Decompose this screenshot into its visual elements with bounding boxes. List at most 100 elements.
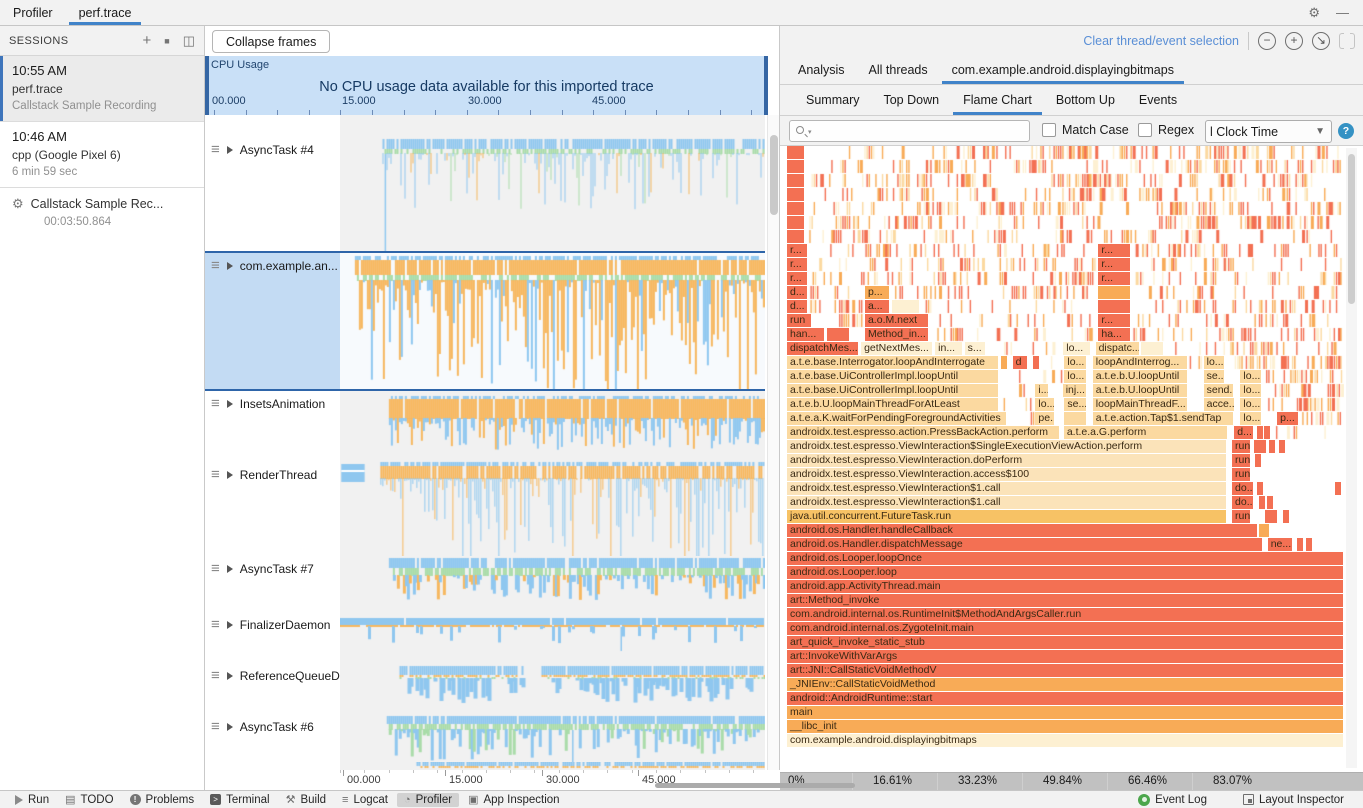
thread-label[interactable]: ≡InsetsAnimation [205, 391, 340, 460]
expand-arrow-icon[interactable] [227, 621, 233, 629]
cpu-usage-banner[interactable]: CPU Usage No CPU usage data available fo… [205, 56, 768, 115]
flame-segment[interactable] [1259, 524, 1269, 537]
minimize-icon[interactable]: — [1336, 5, 1349, 20]
thread-activity-chart[interactable] [340, 663, 765, 714]
flame-segment[interactable] [1257, 482, 1263, 495]
thread-label[interactable]: ≡AsyncTask #7 [205, 556, 340, 612]
flame-segment[interactable]: in... [935, 342, 962, 355]
flame-segment[interactable] [1257, 426, 1263, 439]
flame-segment[interactable]: do... [1232, 496, 1253, 509]
drag-handle-icon[interactable]: ≡ [211, 722, 220, 732]
flame-segment[interactable]: a.t.e.base.UiControllerImpl.loopUntil [787, 384, 998, 397]
flame-segment[interactable] [787, 230, 804, 243]
session-child-item[interactable]: ⚙Callstack Sample Rec...00:03:50.864 [0, 188, 204, 232]
flame-segment[interactable]: lo... [1240, 398, 1261, 411]
thread-label[interactable]: ≡AsyncTask #4 [205, 115, 340, 251]
thread-activity-chart[interactable] [340, 253, 765, 389]
flame-segment[interactable] [1259, 496, 1265, 509]
flame-segment[interactable]: run [1232, 468, 1250, 481]
flame-segment[interactable]: se... [1064, 398, 1085, 411]
thread-label[interactable]: ≡RenderThread [205, 460, 340, 556]
flame-segment[interactable]: a.t.e.base.Interrogator.loopAndInterroga… [787, 356, 998, 369]
flame-segment[interactable] [1064, 412, 1085, 425]
statusbar-item-profiler[interactable]: ◔Profiler [397, 793, 459, 807]
flame-segment[interactable]: run [1232, 440, 1250, 453]
threads-vertical-scrollbar[interactable] [767, 115, 779, 770]
flame-segment[interactable]: a... [865, 300, 889, 313]
settings-gear-icon[interactable]: ⚙ [1308, 5, 1320, 21]
flame-segment[interactable]: loopAndInterrog... [1093, 356, 1187, 369]
flame-segment[interactable] [1283, 510, 1289, 523]
expand-arrow-icon[interactable] [227, 146, 233, 154]
subtab-flame-chart[interactable]: Flame Chart [951, 85, 1044, 115]
tab-analysis[interactable]: Analysis [786, 56, 857, 84]
flame-segment[interactable]: lo... [1064, 370, 1085, 383]
statusbar-item-todo[interactable]: ▤TODO [58, 792, 120, 807]
tab-all-threads[interactable]: All threads [857, 56, 940, 84]
statusbar-item-terminal[interactable]: >Terminal [203, 793, 276, 807]
flame-segment[interactable]: pe... [1035, 412, 1054, 425]
flame-segment[interactable] [1141, 342, 1162, 355]
flame-segment[interactable] [787, 202, 804, 215]
session-item[interactable]: 10:55 AMperf.traceCallstack Sample Recor… [0, 56, 204, 122]
clear-selection-link[interactable]: Clear thread/event selection [1083, 34, 1239, 48]
regex-checkbox[interactable] [1138, 123, 1152, 137]
flame-segment[interactable] [1254, 440, 1260, 453]
flame-segment[interactable] [1264, 426, 1270, 439]
thread-row[interactable]: ≡RenderThread [205, 460, 765, 556]
flame-segment[interactable]: a.t.e.a.G.perform [1064, 426, 1227, 439]
flame-segment[interactable]: android.os.Handler.handleCallback [787, 524, 1257, 537]
flame-segment[interactable]: android.os.Looper.loopOnce [787, 552, 1343, 565]
thread-row[interactable]: ≡AsyncTask #6 [205, 714, 765, 762]
thread-row[interactable]: ≡AsyncTask #7 [205, 556, 765, 612]
match-case-checkbox[interactable] [1042, 123, 1056, 137]
add-session-icon[interactable]: + [143, 32, 152, 49]
flame-segment[interactable]: android.app.ActivityThread.main [787, 580, 1343, 593]
subtab-summary[interactable]: Summary [794, 85, 871, 115]
flame-segment[interactable]: getNextMes... [861, 342, 932, 355]
flame-segment[interactable]: se... [1204, 370, 1225, 383]
flame-segment[interactable]: a.t.e.base.UiControllerImpl.loopUntil [787, 370, 998, 383]
flame-segment[interactable]: r... [787, 272, 807, 285]
flame-segment[interactable]: d... [787, 286, 807, 299]
thread-label[interactable]: ≡FinalizerDaemon [205, 612, 340, 663]
flame-segment[interactable] [1001, 356, 1007, 369]
flame-segment[interactable] [787, 188, 804, 201]
flame-segment[interactable]: com.android.internal.os.ZygoteInit.main [787, 622, 1343, 635]
subtab-events[interactable]: Events [1127, 85, 1189, 115]
flame-segment[interactable]: lo... [1064, 356, 1085, 369]
drag-handle-icon[interactable]: ≡ [211, 470, 220, 480]
flame-segment[interactable] [1297, 538, 1303, 551]
session-item[interactable]: 10:46 AMcpp (Google Pixel 6)6 min 59 sec [0, 122, 204, 188]
flame-segment[interactable]: main [787, 706, 1343, 719]
thread-row[interactable]: ≡InsetsAnimation [205, 391, 765, 460]
flame-segment[interactable]: a.t.e.b.U.loopUntil [1093, 384, 1187, 397]
flame-segment[interactable]: a.t.e.b.U.loopMainThreadForAtLeast [787, 398, 998, 411]
flame-segment[interactable] [787, 216, 804, 229]
statusbar-item-problems[interactable]: !Problems [123, 793, 202, 807]
scrollbar-thumb[interactable] [1348, 154, 1355, 304]
flame-segment[interactable] [1033, 356, 1039, 369]
drag-handle-icon[interactable]: ≡ [211, 399, 220, 409]
flame-segment[interactable]: run [1232, 510, 1250, 523]
flame-segment[interactable]: han... [787, 328, 824, 341]
flame-segment[interactable] [1279, 440, 1285, 453]
flame-segment[interactable]: lo... [1204, 356, 1225, 369]
flame-segment[interactable] [787, 174, 804, 187]
thread-row-partial[interactable] [205, 762, 765, 770]
flame-segment[interactable]: __libc_init [787, 720, 1343, 733]
expand-arrow-icon[interactable] [227, 400, 233, 408]
search-options-caret-icon[interactable]: ▾ [808, 128, 812, 136]
expand-arrow-icon[interactable] [227, 262, 233, 270]
drag-handle-icon[interactable]: ≡ [211, 620, 220, 630]
flame-segment[interactable]: d... [787, 300, 807, 313]
flame-segment[interactable]: r... [1098, 272, 1129, 285]
thread-activity-chart[interactable] [340, 762, 765, 770]
flame-segment[interactable]: art::Method_invoke [787, 594, 1343, 607]
flame-segment[interactable]: java.util.concurrent.FutureTask.run [787, 510, 1226, 523]
subtab-top-down[interactable]: Top Down [871, 85, 951, 115]
stop-session-icon[interactable]: ■ [164, 36, 169, 46]
subtab-bottom-up[interactable]: Bottom Up [1044, 85, 1127, 115]
flame-segment[interactable]: ha... [1098, 328, 1129, 341]
clock-type-dropdown[interactable]: l Clock Time ▼ [1205, 120, 1332, 143]
